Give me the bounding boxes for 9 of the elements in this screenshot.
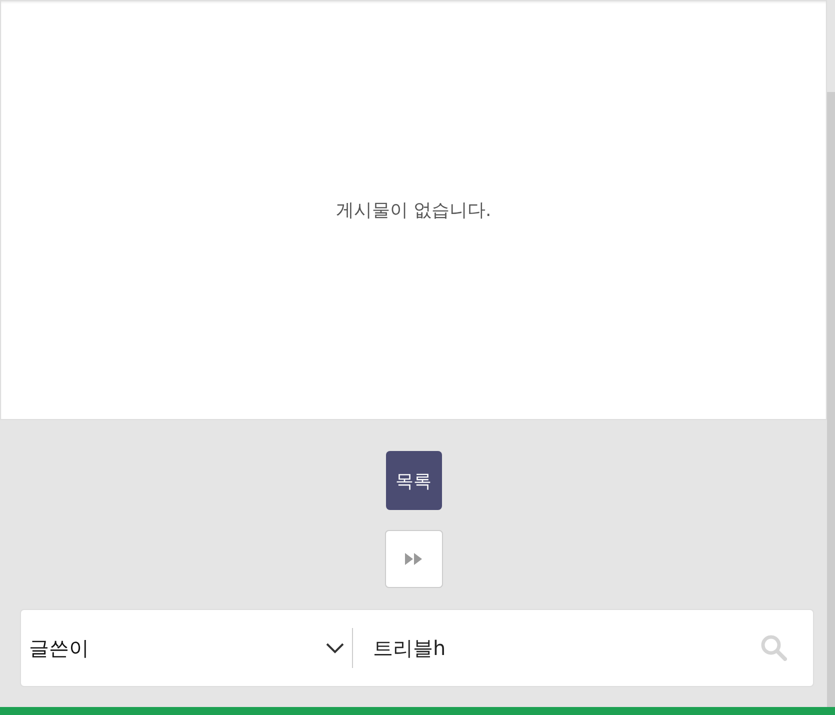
chevron-down-icon bbox=[325, 642, 345, 654]
fast-forward-icon bbox=[404, 552, 424, 566]
scrollbar[interactable] bbox=[827, 92, 835, 707]
search-icon[interactable] bbox=[761, 635, 787, 661]
search-field[interactable]: 트리블h bbox=[353, 636, 761, 660]
list-button[interactable]: 목록 bbox=[386, 451, 442, 510]
empty-message: 게시물이 없습니다. bbox=[336, 199, 492, 222]
search-type-select[interactable]: 글쓴이 bbox=[21, 628, 353, 668]
next-page-button[interactable] bbox=[384, 530, 442, 588]
